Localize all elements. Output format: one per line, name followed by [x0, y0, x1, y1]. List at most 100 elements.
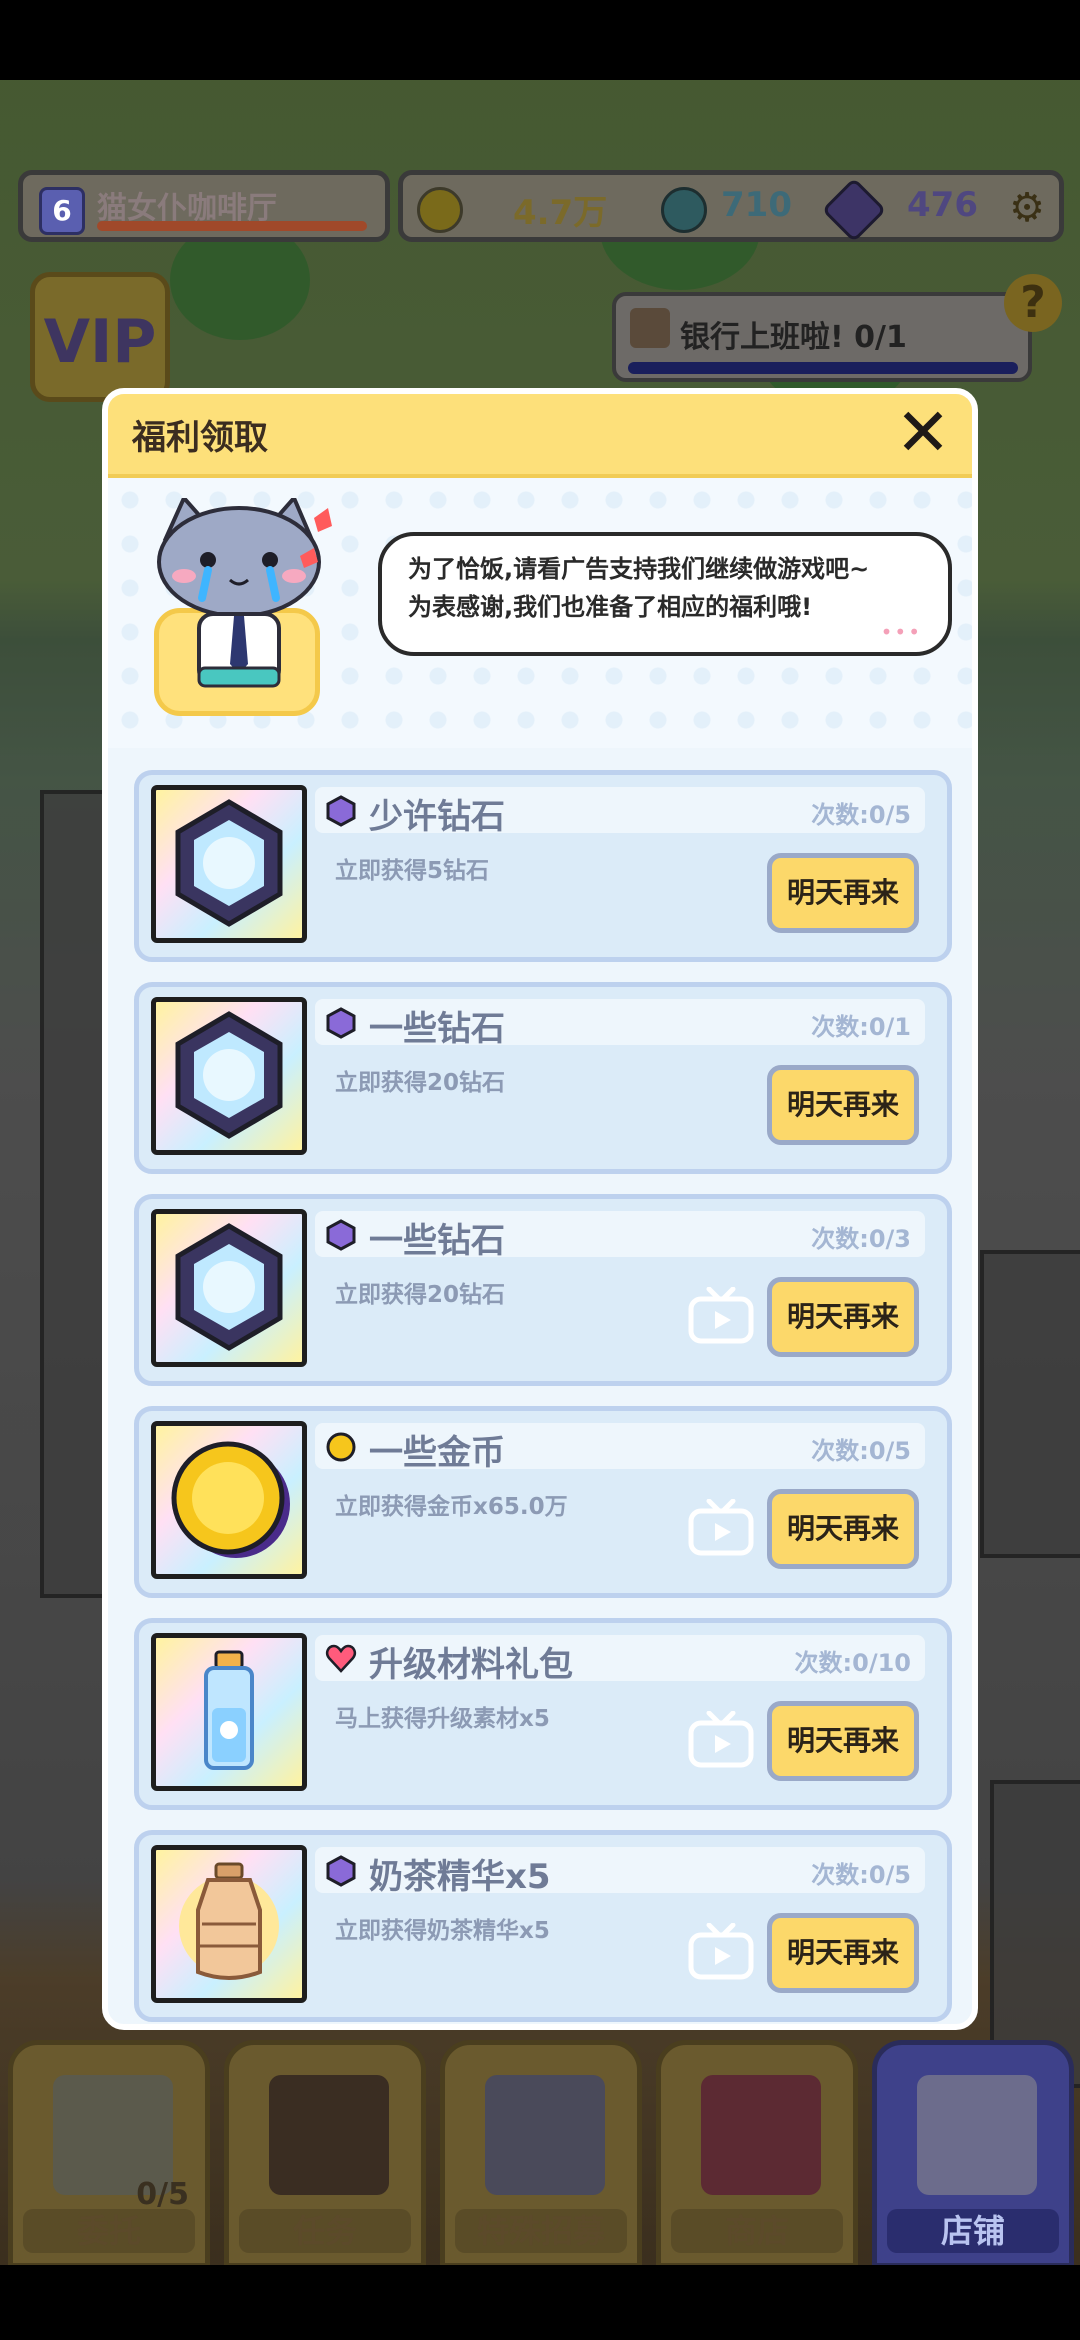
reward-title: 少许钻石	[369, 797, 505, 837]
reward-desc: 立即获得5钻石	[335, 858, 490, 884]
modal-header: 福利领取 ✕	[108, 394, 972, 478]
video-ad-icon[interactable]	[687, 1923, 755, 1981]
nav-shop[interactable]: 商店	[656, 2040, 858, 2268]
reward-thumb	[151, 997, 307, 1155]
task-note-icon	[630, 308, 670, 348]
nav-label: 特殊招募	[455, 2209, 627, 2253]
diamond-icon	[326, 1219, 356, 1251]
reward-count: 次数:0/5	[811, 1437, 911, 1465]
come-back-tomorrow-button[interactable]: 明天再来	[767, 1913, 919, 1993]
speech-line-2: 为表感谢,我们也准备了相应的福利哦!	[408, 593, 813, 621]
video-ad-icon[interactable]	[687, 1499, 755, 1557]
nav-commission[interactable]: 0/5 委托	[8, 2040, 210, 2268]
nav-recruit[interactable]: 特殊招募	[440, 2040, 642, 2268]
reward-card: 升级材料礼包 次数:0/10 马上获得升级素材x5 明天再来	[134, 1618, 952, 1810]
intro-section: 为了恰饭,请看广告支持我们继续做游戏吧~ 为表感谢,我们也准备了相应的福利哦! …	[108, 478, 972, 748]
reward-desc: 立即获得20钻石	[335, 1282, 506, 1308]
nav-store[interactable]: 店铺	[872, 2040, 1074, 2268]
store-icon	[917, 2075, 1037, 2195]
reward-thumb	[151, 785, 307, 943]
reward-count: 次数:0/10	[794, 1649, 911, 1677]
reward-thumb	[151, 1209, 307, 1367]
resource-bar: 4.7万 710 476 ⚙	[398, 170, 1064, 243]
reward-count: 次数:0/1	[811, 1013, 911, 1041]
come-back-tomorrow-button[interactable]: 明天再来	[767, 1277, 919, 1357]
reward-title: 奶茶精华x5	[369, 1857, 551, 1897]
speech-bubble: 为了恰饭,请看广告支持我们继续做游戏吧~ 为表感谢,我们也准备了相应的福利哦! …	[378, 532, 952, 656]
speech-text: 为了恰饭,请看广告支持我们继续做游戏吧~ 为表感谢,我们也准备了相应的福利哦!	[408, 550, 869, 626]
reward-title: 一些金币	[369, 1433, 505, 1473]
reward-title: 升级材料礼包	[369, 1645, 573, 1685]
recruit-icon	[485, 2075, 605, 2195]
tea-count: 710	[721, 185, 792, 225]
nav-label: 委托	[23, 2209, 195, 2253]
gear-icon[interactable]: ⚙	[1009, 185, 1045, 231]
reward-header: 升级材料礼包 次数:0/10	[315, 1635, 925, 1685]
reward-desc: 立即获得金币x65.0万	[335, 1494, 568, 1520]
video-ad-icon[interactable]	[687, 1711, 755, 1769]
reward-card: 奶茶精华x5 次数:0/5 立即获得奶茶精华x5 明天再来	[134, 1830, 952, 2022]
task-banner-text: 银行上班啦! 0/1	[680, 320, 907, 355]
diamond-icon[interactable]	[821, 177, 887, 243]
come-back-tomorrow-button[interactable]: 明天再来	[767, 853, 919, 933]
reward-desc: 马上获得升级素材x5	[335, 1706, 550, 1732]
close-icon[interactable]: ✕	[888, 398, 958, 468]
welfare-modal: 福利领取 ✕ 为了恰饭,请看广告支持我们继续做游戏吧~ 为表感谢,我们也准备了相…	[102, 388, 978, 2030]
system-nav-bar	[0, 2265, 1080, 2340]
reward-header: 奶茶精华x5 次数:0/5	[315, 1847, 925, 1897]
task-banner[interactable]: 银行上班啦! 0/1	[612, 292, 1032, 382]
reward-title: 一些钻石	[369, 1009, 505, 1049]
reward-card: 一些钻石 次数:0/1 立即获得20钻石 明天再来	[134, 982, 952, 1174]
diamond-icon	[175, 1223, 283, 1351]
shop-progress-bar	[97, 221, 367, 231]
status-bar	[0, 0, 1080, 80]
help-icon[interactable]: ?	[1004, 274, 1062, 332]
reward-thumb	[151, 1845, 307, 2003]
shop-level-badge: 6	[39, 187, 85, 235]
diamond-icon	[175, 1011, 283, 1139]
nav-tasks[interactable]: 任务	[224, 2040, 426, 2268]
diamond-count: 476	[907, 185, 978, 225]
nav-label: 任务	[239, 2209, 411, 2253]
tea-icon[interactable]	[661, 187, 707, 233]
coin-icon[interactable]	[417, 187, 463, 233]
task-progress-bar	[628, 362, 1018, 374]
task-icon	[269, 2075, 389, 2195]
video-ad-icon[interactable]	[687, 1287, 755, 1345]
coin-icon	[171, 1441, 290, 1558]
reward-header: 一些钻石 次数:0/3	[315, 1211, 925, 1261]
reward-count: 次数:0/5	[811, 801, 911, 829]
reward-header: 一些钻石 次数:0/1	[315, 999, 925, 1049]
diamond-icon	[326, 1007, 356, 1039]
coin-icon	[326, 1432, 356, 1462]
nav-label: 商店	[671, 2209, 843, 2253]
commission-count: 0/5	[136, 2177, 189, 2212]
vip-button[interactable]: VIP	[30, 272, 170, 402]
coin-count: 4.7万	[513, 193, 608, 233]
milk-tea-jar-icon	[179, 1862, 279, 1980]
reward-header: 少许钻石 次数:0/5	[315, 787, 925, 837]
diamond-icon	[326, 795, 356, 827]
come-back-tomorrow-button[interactable]: 明天再来	[767, 1701, 919, 1781]
heart-icon	[325, 1644, 357, 1673]
reward-thumb	[151, 1421, 307, 1579]
crying-cat-mascot-icon	[157, 498, 332, 688]
speech-dots: •••	[880, 620, 922, 644]
reward-header: 一些金币 次数:0/5	[315, 1423, 925, 1473]
come-back-tomorrow-button[interactable]: 明天再来	[767, 1065, 919, 1145]
reward-desc: 立即获得奶茶精华x5	[335, 1918, 550, 1944]
speech-line-1: 为了恰饭,请看广告支持我们继续做游戏吧~	[408, 555, 870, 583]
bottom-nav: 0/5 委托 任务 特殊招募 商店 店铺	[0, 2040, 1080, 2270]
reward-desc: 立即获得20钻石	[335, 1070, 506, 1096]
reward-card: 一些钻石 次数:0/3 立即获得20钻石 明天再来	[134, 1194, 952, 1386]
modal-title: 福利领取	[132, 418, 268, 458]
reward-count: 次数:0/3	[811, 1225, 911, 1253]
reward-count: 次数:0/5	[811, 1861, 911, 1889]
come-back-tomorrow-button[interactable]: 明天再来	[767, 1489, 919, 1569]
nav-label: 店铺	[887, 2209, 1059, 2253]
shop-bag-icon	[701, 2075, 821, 2195]
potion-bottle-icon	[204, 1650, 254, 1770]
shop-info-panel[interactable]: 6 猫女仆咖啡厅	[18, 170, 390, 242]
reward-title: 一些钻石	[369, 1221, 505, 1261]
reward-card: 少许钻石 次数:0/5 立即获得5钻石 明天再来	[134, 770, 952, 962]
